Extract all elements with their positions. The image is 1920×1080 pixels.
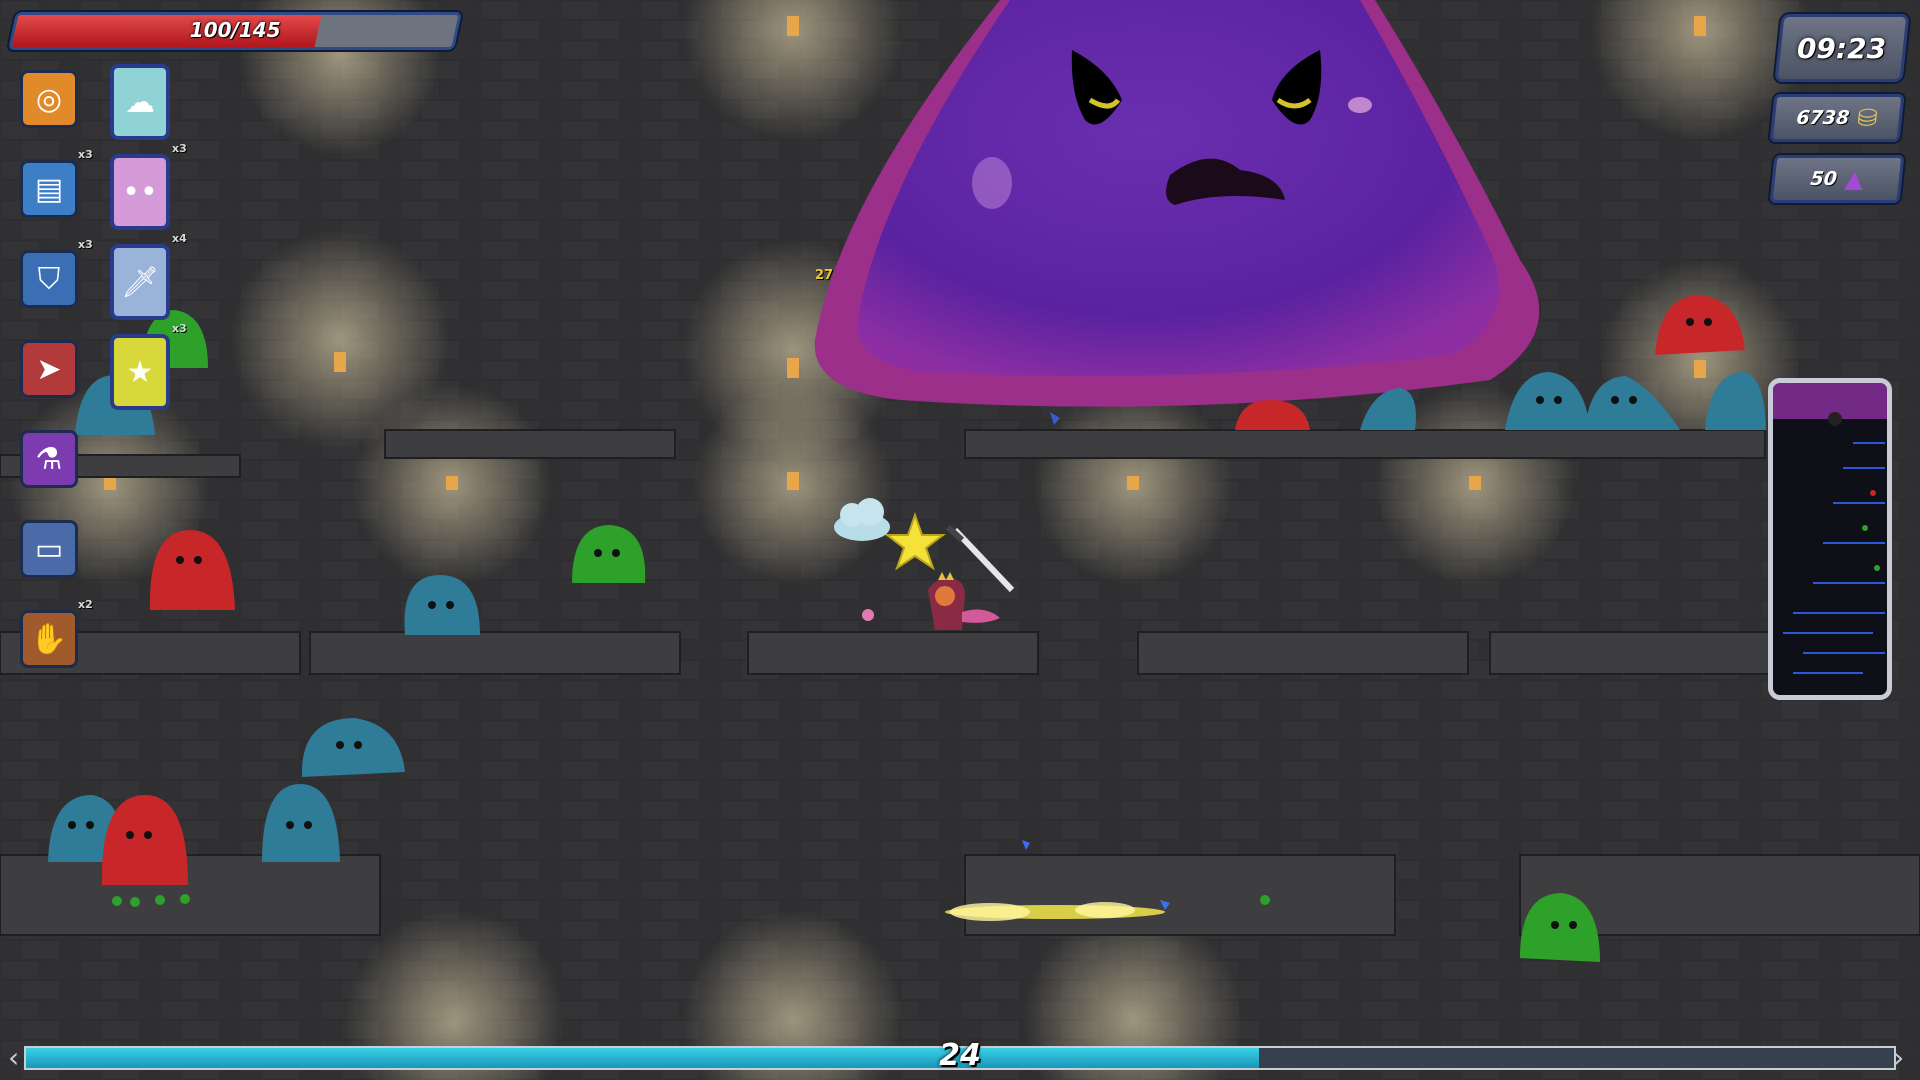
inventory-slot: ★ <box>110 334 170 410</box>
timer-text: 09:23 <box>1797 31 1887 65</box>
experience-bar-fill <box>26 1048 1259 1068</box>
item-count-badge: x3 <box>78 148 93 161</box>
purple-gem-icon: ▲ <box>1843 165 1865 193</box>
inventory-slot: 🗡 <box>110 244 170 320</box>
inventory-slot: ➤ <box>20 340 78 398</box>
gem-value: 50 <box>1809 168 1839 190</box>
dagger-icon: 🗡 <box>120 264 160 300</box>
item-count-badge: x3 <box>78 238 93 251</box>
item-count-badge: x4 <box>172 232 187 245</box>
gold-coins-icon: ⛁ <box>1855 104 1879 132</box>
health-text: 100/145 <box>189 18 281 42</box>
projectile <box>862 609 874 621</box>
health-bar: 100/145 <box>7 12 463 50</box>
game-scene <box>0 0 1920 1080</box>
pink-slime-icon: •• <box>122 174 158 210</box>
target-icon: ◎ <box>35 81 63 117</box>
inventory-slot: ▭ <box>20 520 78 578</box>
inventory-slot: ◎ <box>20 70 78 128</box>
damage-number: 27 <box>815 268 834 283</box>
inventory-slot: ⚗ <box>20 430 78 488</box>
run-timer: 09:23 <box>1774 14 1910 82</box>
inventory-slot: ✋ <box>20 610 78 668</box>
cloud-icon: ☁ <box>125 84 155 120</box>
inventory-slot: •• <box>110 154 170 230</box>
gold-value: 6738 <box>1795 107 1851 129</box>
minimap[interactable] <box>1768 378 1892 700</box>
boss-marker-icon <box>1828 412 1842 426</box>
player-level: 24 <box>939 1038 981 1073</box>
item-count-badge: x3 <box>172 322 187 335</box>
gold-counter: 6738 ⛁ <box>1769 94 1905 142</box>
item-count-badge: x2 <box>78 598 93 611</box>
armor-icon: ⛉ <box>37 261 61 297</box>
minimap-view <box>1773 383 1887 674</box>
spellbook-icon: ▤ <box>34 171 64 207</box>
inventory-slot: ☁ <box>110 64 170 140</box>
star-icon: ★ <box>126 354 154 390</box>
gem-counter: 50 ▲ <box>1769 155 1905 203</box>
glove-icon: ✋ <box>30 621 68 657</box>
inventory-slot: ▤ <box>20 160 78 218</box>
xp-bar-right-cap-icon: › <box>1893 1041 1905 1074</box>
xp-bar-left-cap-icon: ‹ <box>8 1041 20 1074</box>
inventory-slot: ⛉ <box>20 250 78 308</box>
tome-icon: ▭ <box>34 531 64 567</box>
potion-icon: ⚗ <box>35 441 63 477</box>
arrow-icon: ➤ <box>36 351 62 387</box>
item-count-badge: x3 <box>172 142 187 155</box>
